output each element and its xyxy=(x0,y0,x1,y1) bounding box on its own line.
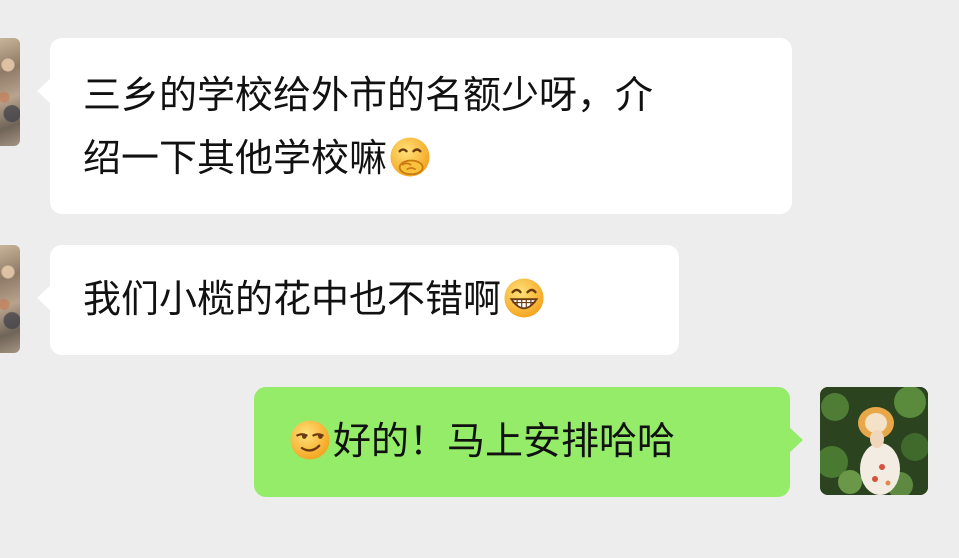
my-avatar[interactable] xyxy=(820,387,928,495)
message-text-line: 三乡的学校给外市的名额少呀，介 xyxy=(83,73,654,117)
message-text-line: 绍一下其他学校嘛 xyxy=(83,127,792,190)
face-with-hand-over-mouth-icon xyxy=(390,136,430,177)
avatar-photo-icon xyxy=(820,387,928,495)
message-bubble-incoming[interactable]: 我们小榄的花中也不错啊 xyxy=(37,245,679,355)
message-bubble-incoming[interactable]: 三乡的学校给外市的名额少呀，介 绍一下其他学校嘛 xyxy=(37,38,792,214)
message-text-line: 我们小榄的花中也不错啊 xyxy=(83,268,679,331)
smirking-face-icon xyxy=(290,419,330,460)
message-text-line: 好的！马上安排哈哈 xyxy=(287,410,790,473)
sender-avatar[interactable] xyxy=(0,38,20,146)
sender-avatar[interactable] xyxy=(0,245,20,353)
message-bubble-outgoing[interactable]: 好的！马上安排哈哈 xyxy=(254,387,803,497)
grinning-face-with-smiling-eyes-icon xyxy=(504,277,544,318)
